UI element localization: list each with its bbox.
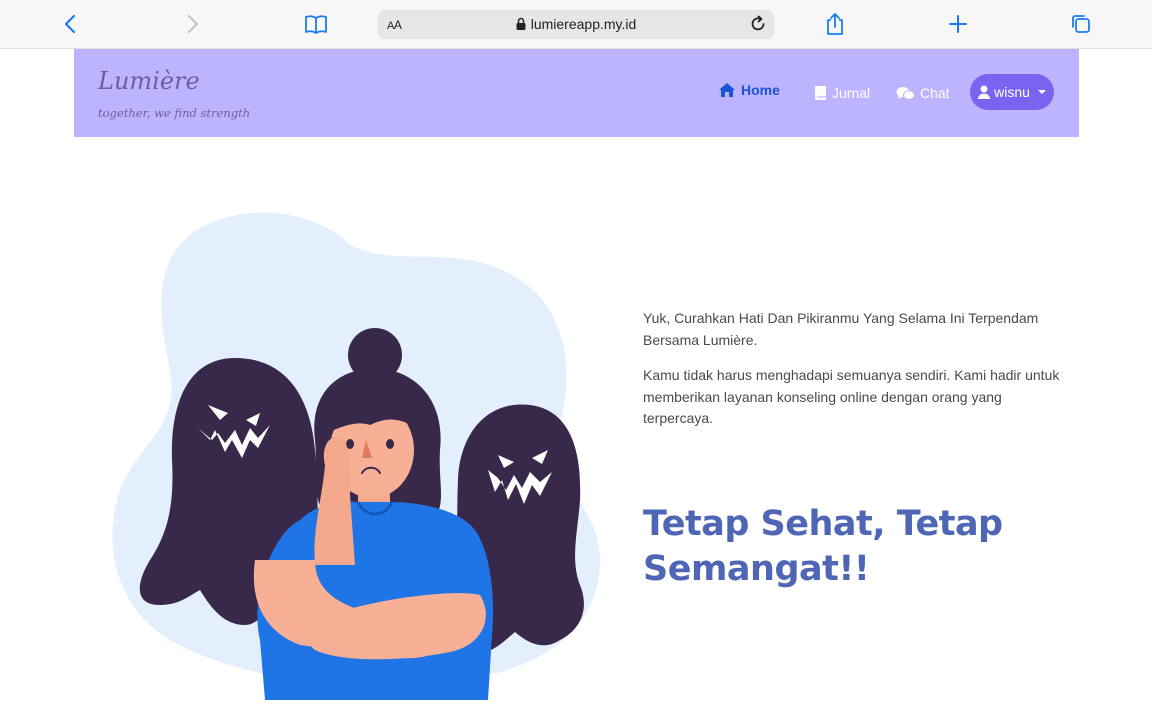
browser-toolbar: AA lumiereapp.my.id [0,0,1152,49]
user-icon [978,85,991,99]
back-icon[interactable] [58,12,82,36]
book-icon [814,85,827,101]
nav-jurnal-label: Jurnal [832,85,871,101]
intro-paragraph-2: Kamu tidak harus menghadapi semuanya sen… [643,367,1060,426]
url-text[interactable]: lumiereapp.my.id [378,16,774,33]
nav-chat[interactable]: Chat [896,84,950,102]
nav-chat-label: Chat [920,85,950,101]
home-icon [718,82,736,98]
forward-icon[interactable] [181,12,205,36]
site-navbar: Lumière together, we find strength Home … [74,49,1079,137]
hero-intro: Yuk, Curahkan Hati Dan Pikiranmu Yang Se… [643,308,1073,444]
address-bar[interactable]: AA lumiereapp.my.id [378,10,774,39]
brand-logo[interactable]: Lumière [98,67,200,95]
reload-icon[interactable] [747,13,769,35]
user-name: wisnu [994,84,1030,100]
intro-paragraph-1: Yuk, Curahkan Hati Dan Pikiranmu Yang Se… [643,310,1039,348]
nav-home[interactable]: Home [718,75,780,105]
hero-illustration [100,200,605,710]
bookmarks-icon[interactable] [304,12,328,36]
nav-home-label: Home [741,82,780,98]
tabs-icon[interactable] [1069,12,1093,36]
hero-motto: Tetap Sehat, Tetap Semangat!! [643,504,1003,589]
chevron-down-icon [1037,90,1046,94]
nav-jurnal[interactable]: Jurnal [814,84,870,102]
brand-tagline: together, we find strength [98,106,251,120]
lock-icon [516,17,526,33]
user-menu-button[interactable]: wisnu [970,74,1054,110]
new-tab-icon[interactable] [946,12,970,36]
chat-icon [896,86,915,101]
share-icon[interactable] [823,12,847,36]
